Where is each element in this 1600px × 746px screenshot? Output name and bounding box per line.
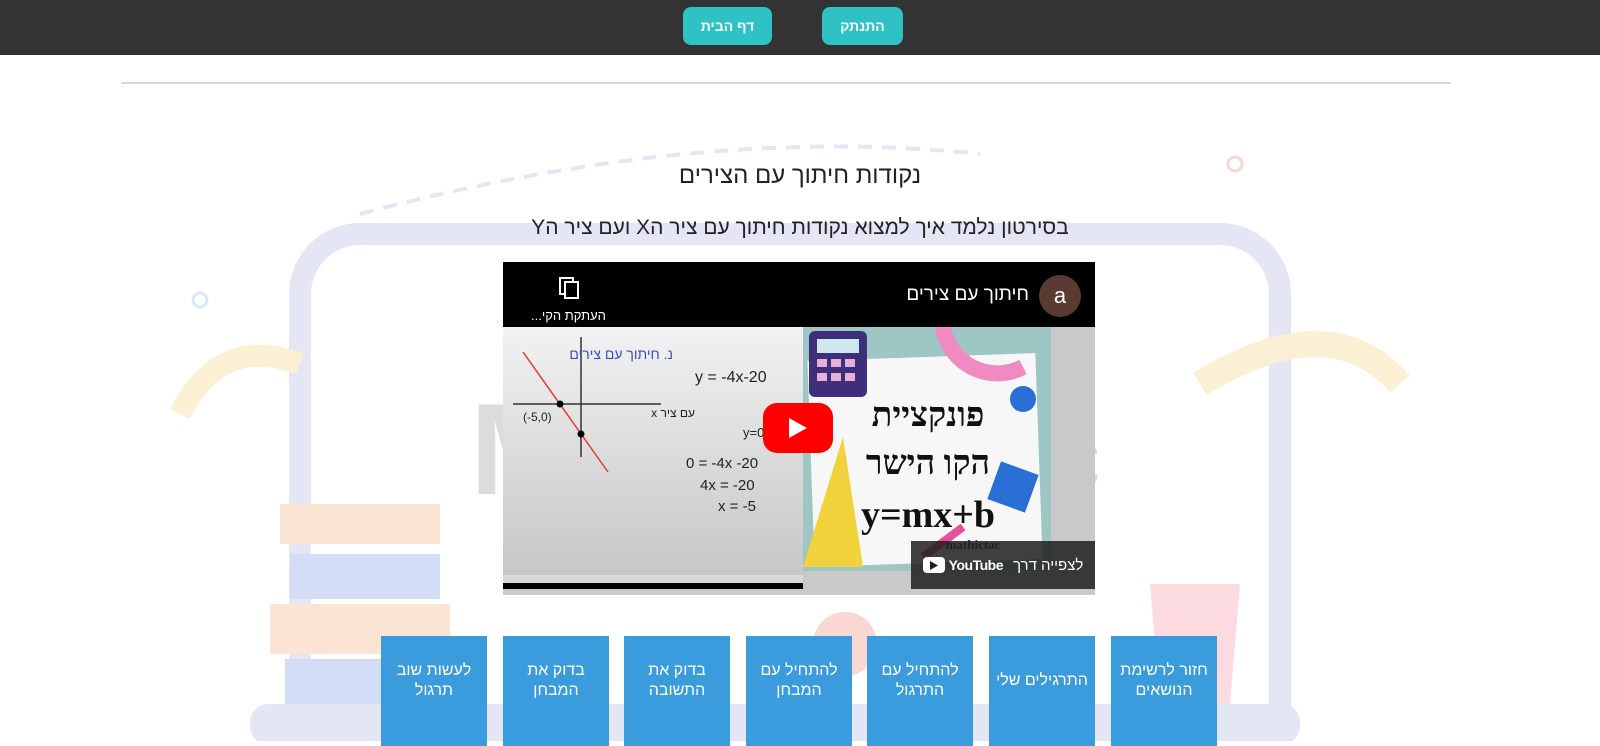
- whiteboard-note: עם ציר x: [651, 406, 695, 420]
- whiteboard-step1: 0 = -4x -20: [686, 455, 758, 472]
- my-exercises-button[interactable]: התרגילים שלי: [989, 636, 1095, 746]
- redo-practice-button[interactable]: לעשות שוב תרגול: [381, 636, 487, 746]
- video-player[interactable]: a חיתוך עם צירים העתקת הקי... (-5,0) נ. …: [503, 262, 1095, 595]
- whiteboard-point: (-5,0): [523, 410, 552, 424]
- whiteboard-heading: נ. חיתוך עם צירים: [569, 346, 673, 362]
- action-buttons: חזור לרשימת הנושאים התרגילים שלי להתחיל …: [381, 636, 1217, 746]
- copy-icon[interactable]: [558, 276, 580, 300]
- video-whiteboard: (-5,0) נ. חיתוך עם צירים y = -4x-20 עם צ…: [503, 327, 803, 589]
- page-title: נקודות חיתוך עם הצירים: [678, 162, 922, 189]
- video-header: a חיתוך עם צירים העתקת הקי...: [503, 262, 1095, 327]
- whiteboard-step2: 4x = -20: [700, 477, 755, 494]
- channel-avatar[interactable]: a: [1039, 275, 1081, 317]
- play-button[interactable]: [763, 403, 833, 453]
- home-button[interactable]: דף הבית: [683, 7, 772, 45]
- thumbnail-line1: פונקציית: [871, 397, 985, 434]
- page-description: בסירטון נלמד איך למצוא נקודות חיתוך עם צ…: [531, 216, 1069, 239]
- play-icon: [789, 418, 807, 438]
- thumbnail-formula: y=mx+b: [860, 494, 996, 536]
- watch-on-youtube[interactable]: YouTube לצפייה דרך: [911, 541, 1095, 589]
- youtube-play-icon: [922, 557, 945, 573]
- thumbnail-line2: הקו הישר: [865, 445, 991, 482]
- start-practice-button[interactable]: להתחיל עם התרגול: [867, 636, 973, 746]
- start-test-button[interactable]: להתחיל עם המבחן: [746, 636, 852, 746]
- top-navbar: דף הבית התנתק: [0, 0, 1600, 55]
- whiteboard-y0: y=0: [743, 425, 764, 440]
- logout-button[interactable]: התנתק: [822, 7, 903, 45]
- youtube-wordmark: YouTube: [948, 557, 1004, 573]
- watch-on-label: לצפייה דרך: [1012, 556, 1084, 574]
- whiteboard-equation: y = -4x-20: [695, 369, 767, 386]
- whiteboard-drawing: (-5,0) נ. חיתוך עם צירים y = -4x-20 עם צ…: [503, 337, 803, 589]
- back-to-topics-button[interactable]: חזור לרשימת הנושאים: [1111, 636, 1217, 746]
- copy-link-label[interactable]: העתקת הקי...: [531, 308, 606, 323]
- video-thumbnail: פונקציית הקו הישר y=mx+b mathictac: [803, 327, 1051, 571]
- video-title[interactable]: חיתוך עם צירים: [906, 284, 1029, 306]
- whiteboard-step3: x = -5: [718, 498, 756, 515]
- check-answer-button[interactable]: בדוק את התשובה: [624, 636, 730, 746]
- check-test-button[interactable]: בדוק את המבחן: [503, 636, 609, 746]
- youtube-logo: YouTube: [922, 557, 1004, 573]
